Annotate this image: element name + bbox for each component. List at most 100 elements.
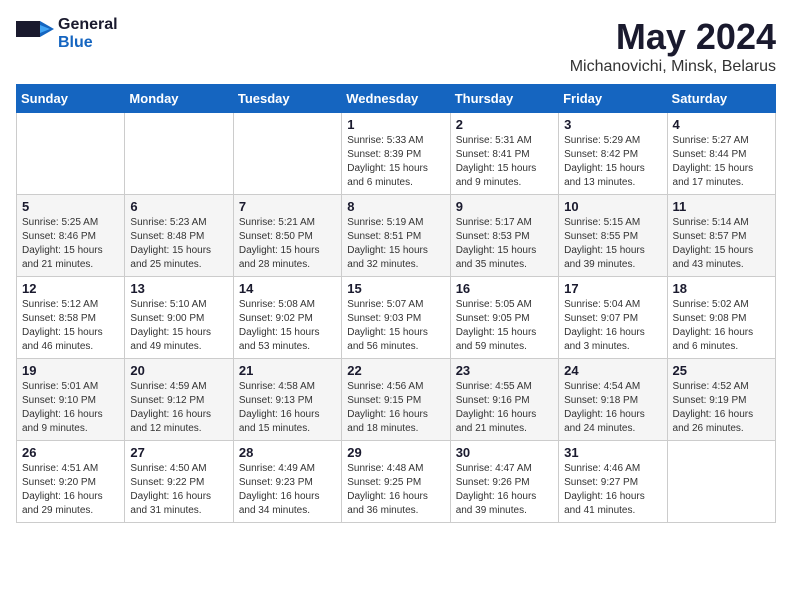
day-info: Sunrise: 4:59 AMSunset: 9:12 PMDaylight:… (130, 380, 227, 436)
day-number: 25 (673, 363, 770, 378)
day-cell: 11 Sunrise: 5:14 AMSunset: 8:57 PMDayligh… (667, 195, 775, 277)
day-cell: 3 Sunrise: 5:29 AMSunset: 8:42 PMDaylight… (559, 113, 667, 195)
day-number: 29 (347, 445, 444, 460)
day-cell: 1Sunrise: 5:33 AMSunset: 8:39 PMDaylight… (342, 113, 450, 195)
header: General Blue May 2024 Michanovichi, Mins… (16, 16, 776, 76)
day-cell: 18 Sunrise: 5:02 AMSunset: 9:08 PMDayligh… (667, 277, 775, 359)
day-info: Sunrise: 5:02 AMSunset: 9:08 PMDaylight:… (673, 298, 770, 354)
day-cell (17, 113, 125, 195)
day-number: 2 (456, 117, 553, 132)
day-info: Sunrise: 5:07 AMSunset: 9:03 PMDaylight:… (347, 298, 444, 354)
day-number: 3 (564, 117, 661, 132)
day-cell: 28 Sunrise: 4:49 AMSunset: 9:23 PMDayligh… (233, 441, 341, 523)
day-number: 21 (239, 363, 336, 378)
day-cell (233, 113, 341, 195)
day-number: 19 (22, 363, 119, 378)
day-info: Sunrise: 4:56 AMSunset: 9:15 PMDaylight:… (347, 380, 444, 436)
day-cell: 8Sunrise: 5:19 AMSunset: 8:51 PMDaylight… (342, 195, 450, 277)
header-cell-tuesday: Tuesday (233, 85, 341, 113)
day-info: Sunrise: 4:58 AMSunset: 9:13 PMDaylight:… (239, 380, 336, 436)
calendar-table: SundayMondayTuesdayWednesdayThursdayFrid… (16, 84, 776, 523)
day-cell: 16 Sunrise: 5:05 AMSunset: 9:05 PMDayligh… (450, 277, 558, 359)
calendar-subtitle: Michanovichi, Minsk, Belarus (570, 58, 776, 76)
day-info: Sunrise: 4:50 AMSunset: 9:22 PMDaylight:… (130, 462, 227, 518)
week-row-5: 26Sunrise: 4:51 AMSunset: 9:20 PMDayligh… (17, 441, 776, 523)
day-cell: 9Sunrise: 5:17 AMSunset: 8:53 PMDaylight… (450, 195, 558, 277)
day-cell: 12Sunrise: 5:12 AMSunset: 8:58 PMDayligh… (17, 277, 125, 359)
day-number: 10 (564, 199, 661, 214)
header-row: SundayMondayTuesdayWednesdayThursdayFrid… (17, 85, 776, 113)
day-info: Sunrise: 5:14 AMSunset: 8:57 PMDaylight:… (673, 216, 770, 272)
day-info: Sunrise: 5:27 AMSunset: 8:44 PMDaylight:… (673, 134, 770, 190)
day-info: Sunrise: 5:25 AMSunset: 8:46 PMDaylight:… (22, 216, 119, 272)
day-info: Sunrise: 5:08 AMSunset: 9:02 PMDaylight:… (239, 298, 336, 354)
day-cell: 10 Sunrise: 5:15 AMSunset: 8:55 PMDayligh… (559, 195, 667, 277)
title-area: May 2024 Michanovichi, Minsk, Belarus (570, 16, 776, 76)
day-cell: 26Sunrise: 4:51 AMSunset: 9:20 PMDayligh… (17, 441, 125, 523)
header-cell-sunday: Sunday (17, 85, 125, 113)
day-info: Sunrise: 4:48 AMSunset: 9:25 PMDaylight:… (347, 462, 444, 518)
day-info: Sunrise: 4:54 AMSunset: 9:18 PMDaylight:… (564, 380, 661, 436)
day-info: Sunrise: 5:05 AMSunset: 9:05 PMDaylight:… (456, 298, 553, 354)
day-info: Sunrise: 4:52 AMSunset: 9:19 PMDaylight:… (673, 380, 770, 436)
day-cell: 17 Sunrise: 5:04 AMSunset: 9:07 PMDayligh… (559, 277, 667, 359)
day-cell: 4 Sunrise: 5:27 AMSunset: 8:44 PMDaylight… (667, 113, 775, 195)
day-cell: 22 Sunrise: 4:56 AMSunset: 9:15 PMDayligh… (342, 359, 450, 441)
day-number: 17 (564, 281, 661, 296)
day-number: 18 (673, 281, 770, 296)
day-cell: 14 Sunrise: 5:08 AMSunset: 9:02 PMDayligh… (233, 277, 341, 359)
day-number: 26 (22, 445, 119, 460)
day-cell: 24 Sunrise: 4:54 AMSunset: 9:18 PMDayligh… (559, 359, 667, 441)
day-number: 30 (456, 445, 553, 460)
day-info: Sunrise: 4:47 AMSunset: 9:26 PMDaylight:… (456, 462, 553, 518)
day-cell: 20 Sunrise: 4:59 AMSunset: 9:12 PMDayligh… (125, 359, 233, 441)
day-info: Sunrise: 5:10 AMSunset: 9:00 PMDaylight:… (130, 298, 227, 354)
day-info: Sunrise: 4:55 AMSunset: 9:16 PMDaylight:… (456, 380, 553, 436)
day-cell: 13 Sunrise: 5:10 AMSunset: 9:00 PMDayligh… (125, 277, 233, 359)
day-number: 27 (130, 445, 227, 460)
day-number: 5 (22, 199, 119, 214)
day-info: Sunrise: 4:49 AMSunset: 9:23 PMDaylight:… (239, 462, 336, 518)
day-number: 7 (239, 199, 336, 214)
header-cell-monday: Monday (125, 85, 233, 113)
day-info: Sunrise: 5:29 AMSunset: 8:42 PMDaylight:… (564, 134, 661, 190)
day-number: 20 (130, 363, 227, 378)
day-cell: 6Sunrise: 5:23 AMSunset: 8:48 PMDaylight… (125, 195, 233, 277)
day-number: 28 (239, 445, 336, 460)
day-info: Sunrise: 4:46 AMSunset: 9:27 PMDaylight:… (564, 462, 661, 518)
day-cell: 21 Sunrise: 4:58 AMSunset: 9:13 PMDayligh… (233, 359, 341, 441)
header-cell-wednesday: Wednesday (342, 85, 450, 113)
day-number: 24 (564, 363, 661, 378)
logo-icon (16, 21, 54, 47)
week-row-2: 5 Sunrise: 5:25 AMSunset: 8:46 PMDaylight… (17, 195, 776, 277)
day-cell: 15Sunrise: 5:07 AMSunset: 9:03 PMDayligh… (342, 277, 450, 359)
day-cell: 27 Sunrise: 4:50 AMSunset: 9:22 PMDayligh… (125, 441, 233, 523)
day-number: 14 (239, 281, 336, 296)
day-cell: 23Sunrise: 4:55 AMSunset: 9:16 PMDayligh… (450, 359, 558, 441)
day-number: 22 (347, 363, 444, 378)
day-info: Sunrise: 5:17 AMSunset: 8:53 PMDaylight:… (456, 216, 553, 272)
week-row-1: 1Sunrise: 5:33 AMSunset: 8:39 PMDaylight… (17, 113, 776, 195)
day-number: 13 (130, 281, 227, 296)
day-info: Sunrise: 5:21 AMSunset: 8:50 PMDaylight:… (239, 216, 336, 272)
day-number: 6 (130, 199, 227, 214)
header-cell-friday: Friday (559, 85, 667, 113)
day-cell: 25 Sunrise: 4:52 AMSunset: 9:19 PMDayligh… (667, 359, 775, 441)
day-number: 16 (456, 281, 553, 296)
day-cell: 31 Sunrise: 4:46 AMSunset: 9:27 PMDayligh… (559, 441, 667, 523)
day-cell: 2Sunrise: 5:31 AMSunset: 8:41 PMDaylight… (450, 113, 558, 195)
calendar-title: May 2024 (570, 16, 776, 58)
day-info: Sunrise: 5:15 AMSunset: 8:55 PMDaylight:… (564, 216, 661, 272)
day-cell: 5 Sunrise: 5:25 AMSunset: 8:46 PMDaylight… (17, 195, 125, 277)
day-number: 8 (347, 199, 444, 214)
week-row-4: 19 Sunrise: 5:01 AMSunset: 9:10 PMDayligh… (17, 359, 776, 441)
day-info: Sunrise: 5:04 AMSunset: 9:07 PMDaylight:… (564, 298, 661, 354)
logo-blue: Blue (58, 34, 93, 51)
day-number: 31 (564, 445, 661, 460)
week-row-3: 12Sunrise: 5:12 AMSunset: 8:58 PMDayligh… (17, 277, 776, 359)
day-number: 11 (673, 199, 770, 214)
day-number: 4 (673, 117, 770, 132)
day-cell (125, 113, 233, 195)
day-info: Sunrise: 5:01 AMSunset: 9:10 PMDaylight:… (22, 380, 119, 436)
header-cell-saturday: Saturday (667, 85, 775, 113)
